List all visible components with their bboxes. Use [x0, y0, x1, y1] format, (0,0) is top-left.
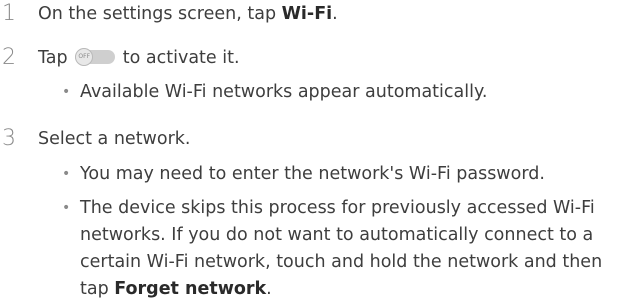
step-number: 3	[2, 126, 16, 151]
bullet-icon: •	[62, 166, 71, 182]
bullet-line: certain Wi-Fi network, touch and hold th…	[80, 252, 603, 272]
step-text: Select a network.	[38, 129, 191, 149]
bullet-line: The device skips this process for previo…	[80, 198, 595, 218]
forget-network-bold-label: Forget network	[114, 279, 267, 299]
step-text: On the settings screen, tap Wi-Fi.	[38, 2, 338, 26]
step-text-after: .	[332, 4, 338, 24]
bullet-icon: •	[62, 84, 71, 100]
step-text: Tap OFF to activate it.	[38, 46, 240, 70]
step-number: 2	[2, 45, 16, 70]
bullet-text: You may need to enter the network's Wi-F…	[80, 164, 545, 184]
bullet-line: networks. If you do not want to automati…	[80, 225, 594, 245]
step-text-before: Tap	[38, 48, 74, 68]
bullet-line-after: .	[266, 279, 272, 299]
wifi-bold-label: Wi-Fi	[281, 4, 333, 24]
bullet-text: The device skips this process for previo…	[80, 196, 618, 304]
bullet-line: tap Forget network.	[80, 277, 618, 304]
step-text-before: On the settings screen, tap	[38, 4, 282, 24]
step-number: 1	[2, 1, 16, 26]
toggle-knob: OFF	[75, 48, 94, 66]
step-text-after: to activate it.	[117, 48, 240, 68]
bullet-icon: •	[62, 200, 71, 216]
bullet-line-before: tap	[80, 279, 115, 299]
bullet-text: Available Wi-Fi networks appear automati…	[80, 82, 488, 102]
toggle-switch-icon: OFF	[75, 48, 116, 66]
